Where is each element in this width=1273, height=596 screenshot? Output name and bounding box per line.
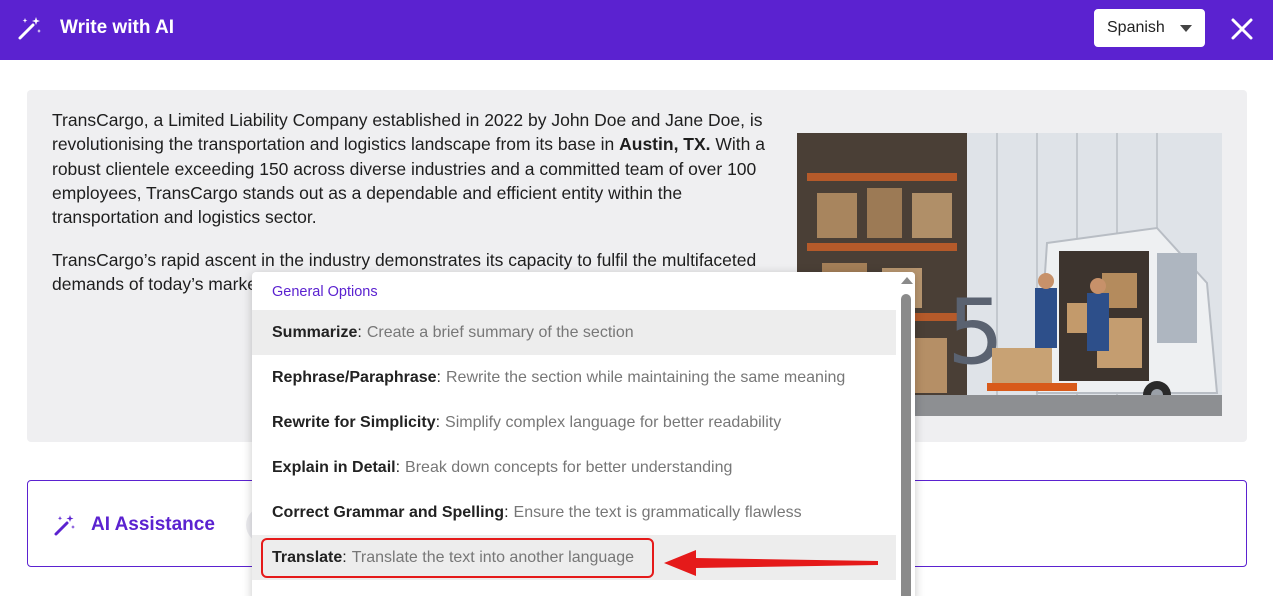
close-icon[interactable] bbox=[1228, 15, 1256, 43]
option-translate[interactable]: Translate: Translate the text into anothe… bbox=[252, 535, 896, 580]
content-paragraph-1: TransCargo, a Limited Liability Company … bbox=[52, 110, 765, 228]
option-rewrite-simplicity[interactable]: Rewrite for Simplicity: Simplify complex … bbox=[252, 400, 896, 445]
option-explain-detail[interactable]: Explain in Detail: Break down concepts fo… bbox=[252, 445, 896, 490]
ai-options-dropdown: General Options Summarize: Create a brief… bbox=[252, 272, 915, 596]
option-rephrase[interactable]: Rephrase/Paraphrase: Rewrite the section … bbox=[252, 355, 896, 400]
language-select-value: Spanish bbox=[1107, 19, 1165, 36]
magic-wand-icon bbox=[54, 515, 75, 536]
dialog-title: Write with AI bbox=[60, 17, 174, 38]
dropdown-scrollbar[interactable] bbox=[898, 272, 915, 596]
scrollbar-thumb[interactable] bbox=[901, 294, 911, 596]
ai-assistance-label: AI Assistance bbox=[91, 514, 215, 535]
caret-down-icon bbox=[1180, 25, 1192, 32]
dialog-header: Write with AI Spanish bbox=[0, 0, 1273, 60]
magic-wand-icon bbox=[18, 17, 41, 40]
option-correct-grammar[interactable]: Correct Grammar and Spelling: Ensure the … bbox=[252, 490, 896, 535]
option-summarize[interactable]: Summarize: Create a brief summary of the … bbox=[252, 310, 896, 355]
language-select[interactable]: Spanish bbox=[1094, 9, 1205, 47]
dropdown-group-label: General Options bbox=[272, 284, 378, 300]
scroll-up-arrow-icon[interactable] bbox=[901, 277, 913, 284]
